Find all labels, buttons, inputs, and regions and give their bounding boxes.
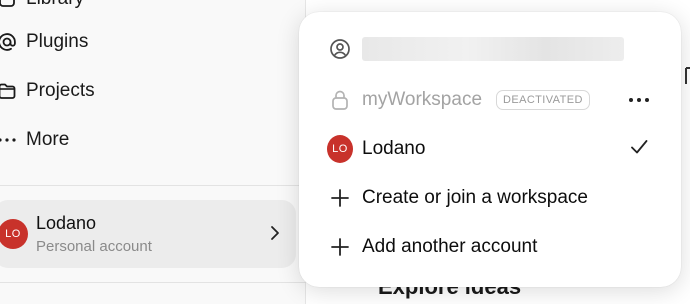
folder-icon xyxy=(0,80,18,102)
sidebar-divider xyxy=(0,185,306,186)
sidebar-item-label: Library xyxy=(26,0,84,10)
chevron-right-icon xyxy=(268,224,282,247)
account-menu-popup: myWorkspace DEACTIVATED LO Lodano Create… xyxy=(299,12,681,287)
user-circle-icon xyxy=(327,38,353,60)
lock-icon xyxy=(327,89,353,111)
more-options-icon[interactable] xyxy=(627,91,651,109)
redacted-email xyxy=(362,37,624,61)
account-switcher-button[interactable]: LO Lodano Personal account xyxy=(0,200,296,268)
avatar-wrap: LO xyxy=(327,135,353,163)
avatar: LO xyxy=(327,135,353,163)
menu-item-label: Create or join a workspace xyxy=(362,187,588,208)
sidebar-item-label: More xyxy=(26,129,70,150)
account-name: Lodano xyxy=(36,213,97,233)
sidebar-item-label: Plugins xyxy=(26,31,89,52)
menu-item-label: Add another account xyxy=(362,236,538,257)
plus-icon xyxy=(327,237,353,257)
sidebar-item-label: Projects xyxy=(26,80,95,101)
library-icon xyxy=(0,0,18,10)
sidebar-item-more[interactable]: More xyxy=(0,123,300,157)
avatar: LO xyxy=(0,219,28,249)
sidebar-item-library[interactable]: Library xyxy=(0,0,300,16)
plus-icon xyxy=(327,188,353,208)
sidebar-item-projects[interactable]: Projects xyxy=(0,74,300,108)
toolbar-edge-icon xyxy=(685,67,690,84)
menu-item-current-account[interactable]: LO Lodano xyxy=(327,131,653,167)
account-name: Lodano xyxy=(362,138,426,159)
menu-item-workspace[interactable]: myWorkspace DEACTIVATED xyxy=(327,82,653,118)
menu-item-create-workspace[interactable]: Create or join a workspace xyxy=(327,180,653,216)
at-icon xyxy=(0,31,18,53)
menu-item-email[interactable] xyxy=(327,31,653,67)
sidebar-item-plugins[interactable]: Plugins xyxy=(0,25,300,59)
account-info: Lodano Personal account xyxy=(36,213,152,255)
menu-item-add-account[interactable]: Add another account xyxy=(327,229,653,265)
check-icon xyxy=(629,137,649,163)
sidebar-divider xyxy=(0,282,306,283)
account-type: Personal account xyxy=(36,238,152,255)
more-dots-icon xyxy=(0,129,18,151)
sidebar: Library Plugins Projects More LO Lodano … xyxy=(0,0,306,304)
workspace-name: myWorkspace xyxy=(362,89,483,110)
status-badge: DEACTIVATED xyxy=(496,90,590,110)
